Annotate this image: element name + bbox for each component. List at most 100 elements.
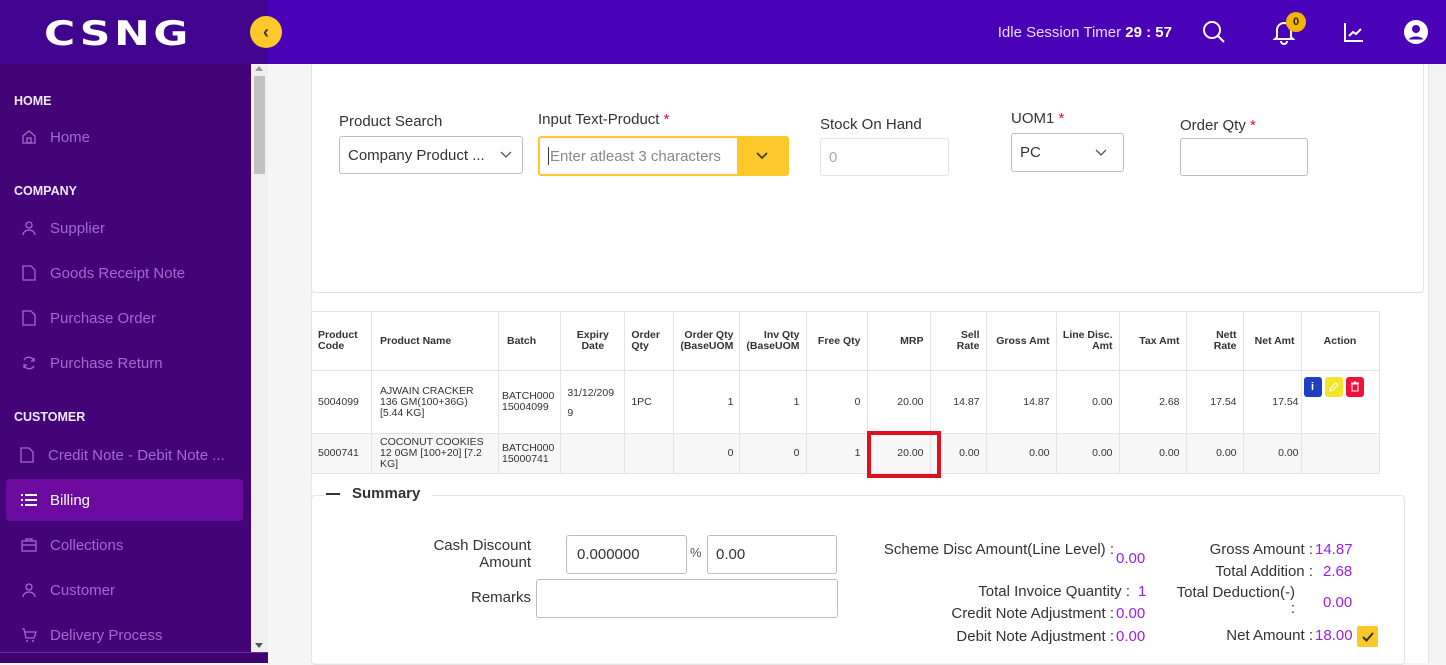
cell-nett-rate: 17.54 [1185,370,1244,434]
table-row[interactable]: 5000741 COCONUT COOKIES 12 0GM [100+20] … [311,433,1380,474]
sidebar-item-delivery-process[interactable]: Delivery Process [6,614,243,656]
col-order-qty-base: Order Qty (BaseUOM [673,311,741,371]
user-icon [20,581,38,599]
net-amount-value: 18.00 [1315,627,1353,644]
cell-order-qty-base: 0 [673,433,741,474]
total-addition-label: Total Addition : [1215,563,1313,580]
cell-line-disc-amt: 0.00 [1055,370,1120,434]
net-amount-confirm-button[interactable] [1357,626,1378,647]
product-search-value: Company Product ... [348,146,485,164]
cash-discount-percent-value: 0.000000 [577,546,640,563]
cell-gross-amt: 0.00 [985,433,1057,474]
cash-discount-percent-input[interactable]: 0.000000 [566,535,687,574]
sidebar-item-label: Purchase Order [50,309,156,327]
user-profile-button[interactable] [1392,12,1440,52]
credit-note-adj-value: 0.00 [1116,605,1146,622]
col-tax-amt: Tax Amt [1118,311,1187,371]
cell-sell-rate: 0.00 [929,433,987,474]
input-text-product-placeholder: Enter atleast 3 characters [550,147,721,165]
debit-note-adj-value: 0.00 [1116,628,1146,645]
gross-amount-value: 14.87 [1315,541,1353,558]
sidebar-item-label: Customer [50,581,116,599]
stock-on-hand-field: 0 [820,138,949,176]
sidebar-collapse-button[interactable]: ‹ [250,16,282,48]
table-row[interactable]: 5004099 AJWAIN CRACKER 136 GM(100+36G) [… [311,370,1380,434]
cell-tax-amt: 2.68 [1118,370,1187,434]
analytics-button[interactable] [1330,12,1378,52]
product-entry-card [311,64,1424,293]
sidebar-item-supplier[interactable]: Supplier [6,207,243,249]
scrollbar-thumb[interactable] [254,76,265,174]
main-scrollbar-track[interactable] [1428,64,1446,663]
cell-expiry-date [560,433,626,474]
search-button[interactable] [1190,12,1238,52]
idle-session-timer: Idle Session Timer 29 : 57 [998,24,1172,41]
cell-order-qty-base: 1 [673,370,741,434]
col-net-amt: Net Amt [1242,311,1302,371]
scroll-down-arrow-icon[interactable] [255,643,263,648]
sidebar-item-billing[interactable]: Billing [6,479,243,521]
cell-product-code: 5000741 [311,433,372,474]
chart-line-icon [1344,23,1363,42]
col-expiry-date: Expiry Date [560,311,626,371]
cell-expiry-date: 31/12/209 9 [560,370,626,434]
sidebar-item-purchase-return[interactable]: Purchase Return [6,342,243,384]
sidebar: HOME Home COMPANY Supplier Goods Receipt… [0,64,268,663]
cell-net-amt: 0.00 [1242,433,1302,474]
uom1-value: PC [1020,144,1041,161]
cell-net-amt: 17.54 [1242,370,1302,434]
cash-discount-amount-input[interactable]: 0.00 [707,535,837,574]
sidebar-item-label: Collections [50,536,124,554]
cell-actions: i [1300,370,1380,434]
col-free-qty: Free Qty [805,311,868,371]
checkmark-icon [1361,631,1374,642]
col-inv-qty-base: Inv Qty (BaseUOM [739,311,807,371]
required-asterisk: * [1058,110,1065,127]
sidebar-section-customer: CUSTOMER [14,410,86,424]
col-batch: Batch [497,311,562,371]
sidebar-item-credit-note-debit-note[interactable]: Credit Note - Debit Note ... [6,434,243,476]
col-action: Action [1300,311,1380,371]
trash-icon [1350,381,1359,392]
edit-button[interactable] [1324,377,1343,397]
net-amount-label: Net Amount : [1226,627,1313,644]
total-deduction-label: Total Deduction(-) : [1176,584,1295,617]
remarks-input[interactable] [536,579,838,618]
chevron-down-icon [756,152,768,160]
collapse-minus-icon [326,492,340,495]
refresh-icon [20,354,38,372]
sidebar-item-goods-receipt-note[interactable]: Goods Receipt Note [6,252,243,294]
cell-mrp: 20.00 [866,370,931,434]
stock-on-hand-value: 0 [829,148,838,166]
sidebar-item-purchase-order[interactable]: Purchase Order [6,297,243,339]
info-button[interactable]: i [1303,377,1322,397]
sidebar-scrollbar[interactable] [251,64,268,652]
sidebar-item-home[interactable]: Home [6,116,243,158]
summary-toggle[interactable]: Summary [324,485,433,502]
cell-inv-qty-base: 0 [739,433,807,474]
order-qty-field[interactable] [1180,138,1308,176]
col-mrp: MRP [866,311,931,371]
sidebar-section-home: HOME [14,94,52,108]
input-text-product-label-text: Input Text-Product [538,111,660,128]
cell-batch: BATCH000 15004099 [497,370,562,434]
scheme-disc-label: Scheme Disc Amount(Line Level) : [883,541,1114,558]
input-text-product-dropdown-button[interactable] [737,138,787,174]
sidebar-item-label: Home [50,128,91,146]
notifications-button[interactable]: 0 [1260,12,1308,52]
input-text-product-field[interactable]: Enter atleast 3 characters [538,136,789,176]
total-addition-value: 2.68 [1323,563,1353,580]
cell-line-disc-amt: 0.00 [1055,433,1120,474]
cell-free-qty: 1 [805,433,868,474]
scroll-up-arrow-icon[interactable] [255,66,263,71]
product-search-select[interactable]: Company Product ... [339,136,523,174]
scheme-disc-value: 0.00 [1116,550,1146,567]
table-header-row: Product Code Product Name Batch Expiry D… [311,311,1380,371]
cell-tax-amt: 0.00 [1118,433,1187,474]
list-icon [20,491,38,509]
uom1-select[interactable]: PC [1011,133,1124,172]
cell-free-qty: 0 [805,370,868,434]
delete-button[interactable] [1345,377,1364,397]
sidebar-item-collections[interactable]: Collections [6,524,243,566]
sidebar-item-customer[interactable]: Customer [6,569,243,611]
